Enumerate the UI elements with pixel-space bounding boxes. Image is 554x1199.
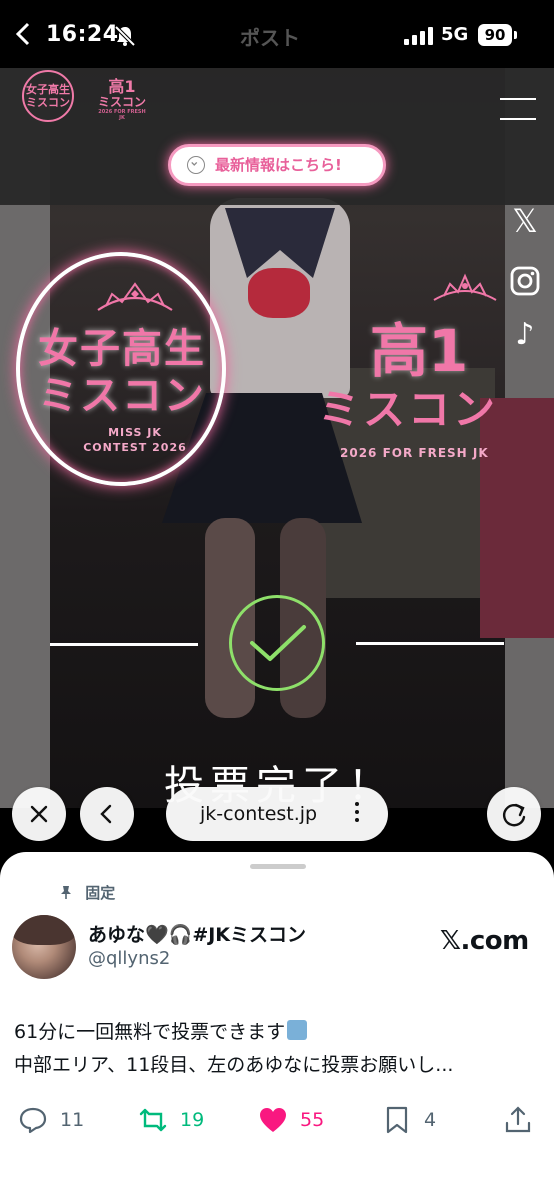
more-options-icon[interactable]	[354, 802, 360, 826]
share-icon	[505, 1106, 531, 1133]
tiktok-icon[interactable]: ♪	[508, 318, 542, 352]
reply-button[interactable]: 11	[18, 1100, 84, 1140]
divider-line	[50, 643, 198, 646]
latest-info-button[interactable]: 最新情報はこちら!	[168, 144, 386, 186]
close-button[interactable]	[12, 787, 66, 841]
page-title: ポスト	[240, 26, 300, 50]
back-arrow-icon[interactable]	[14, 22, 32, 46]
reply-icon	[19, 1107, 47, 1134]
bookmark-count: 4	[424, 1109, 437, 1131]
tweet-text-line2: 中部エリア、11段目、左のあゆなに投票お願いし...	[14, 1054, 454, 1076]
hero-subtitle: MISS JK CONTEST 2026	[70, 425, 200, 455]
signal-icon	[404, 27, 433, 45]
hero-sub-line2: CONTEST 2026	[83, 441, 187, 454]
url-text: jk-contest.jp	[200, 803, 318, 825]
divider-line	[356, 642, 504, 645]
pinned-row: 固定	[60, 882, 115, 903]
tweet-text-line1: 61分に一回無料で投票できます	[14, 1021, 286, 1043]
tweet-actions: 11 19 55 4	[0, 1100, 554, 1140]
latest-info-label: 最新情報はこちら!	[215, 156, 342, 174]
like-count: 55	[300, 1109, 325, 1131]
browser-toolbar: jk-contest.jp	[0, 787, 554, 857]
avatar[interactable]	[12, 915, 76, 979]
tiara-icon	[433, 273, 497, 301]
reload-icon	[503, 803, 526, 827]
tweet-text: 61分に一回無料で投票できます 中部エリア、11段目、左のあゆなに投票お願いし.…	[14, 1016, 544, 1082]
battery-indicator: 90	[478, 24, 512, 46]
model-ribbon	[248, 268, 310, 318]
site-logo-k1-en: 2026 FOR FRESH JK	[98, 109, 146, 121]
source-x-logo[interactable]: 𝕏.com	[440, 926, 529, 956]
web-content: 女子高生 ミスコン 高1 ミスコン 2026 FOR FRESH JK 最新情報…	[0, 68, 554, 808]
site-logo-miss-jk[interactable]: 女子高生 ミスコン	[22, 70, 74, 122]
bookmark-icon	[386, 1106, 408, 1134]
pinned-label: 固定	[85, 884, 116, 902]
heart-icon	[260, 1108, 286, 1132]
repost-button[interactable]: 19	[138, 1100, 204, 1140]
reload-button[interactable]	[487, 787, 541, 841]
instagram-icon[interactable]	[508, 264, 542, 298]
sheet-grabber[interactable]	[250, 864, 306, 869]
hero-sub-line1: MISS JK	[108, 426, 162, 439]
reply-count: 11	[60, 1109, 85, 1131]
bookmark-button[interactable]: 4	[382, 1100, 436, 1140]
hero-title-line1: 女子高生	[38, 326, 206, 372]
tiara-icon	[97, 282, 173, 311]
status-time: 16:24	[46, 22, 119, 47]
checkmark-icon	[250, 625, 306, 661]
x-icon[interactable]: 𝕏	[508, 204, 542, 238]
hero-title-line2: ミスコン	[38, 373, 206, 419]
share-button[interactable]	[503, 1100, 545, 1140]
k1-subtitle: ミスコン	[318, 385, 499, 434]
site-logo-k1-sub: ミスコン	[97, 95, 146, 109]
bell-mute-icon	[114, 25, 136, 47]
network-type: 5G	[441, 24, 469, 45]
close-icon	[30, 805, 48, 823]
browser-back-button[interactable]	[80, 787, 134, 841]
repost-count: 19	[180, 1109, 205, 1131]
chevron-left-icon	[100, 804, 112, 824]
menu-icon[interactable]	[500, 98, 536, 120]
site-header: 女子高生 ミスコン 高1 ミスコン 2026 FOR FRESH JK 最新情報…	[0, 68, 554, 205]
chevron-down-icon	[187, 156, 205, 174]
k1-english: 2026 FOR FRESH JK	[340, 446, 489, 460]
author-handle[interactable]: @qllyns2	[88, 948, 170, 969]
author-name[interactable]: あゆな🖤🎧#JKミスコン	[88, 920, 306, 947]
url-bar[interactable]: jk-contest.jp	[166, 787, 388, 841]
hero-title: 女子高生 ミスコン	[38, 326, 206, 420]
site-logo-k1[interactable]: 高1 ミスコン 2026 FOR FRESH JK	[97, 78, 147, 121]
site-logo-text: 女子高生 ミスコン	[26, 83, 70, 109]
repost-icon	[139, 1108, 167, 1132]
like-button[interactable]: 55	[258, 1100, 324, 1140]
ballot-box-icon	[287, 1020, 308, 1040]
pin-icon	[61, 886, 71, 899]
tweet-sheet: 固定 あゆな🖤🎧#JKミスコン @qllyns2 𝕏.com 61分に一回無料で…	[0, 852, 554, 1199]
battery-tip	[514, 31, 517, 39]
site-logo-k1-title: 高1	[108, 77, 136, 96]
status-bar: 16:24 ポスト 5G 90	[0, 0, 554, 68]
